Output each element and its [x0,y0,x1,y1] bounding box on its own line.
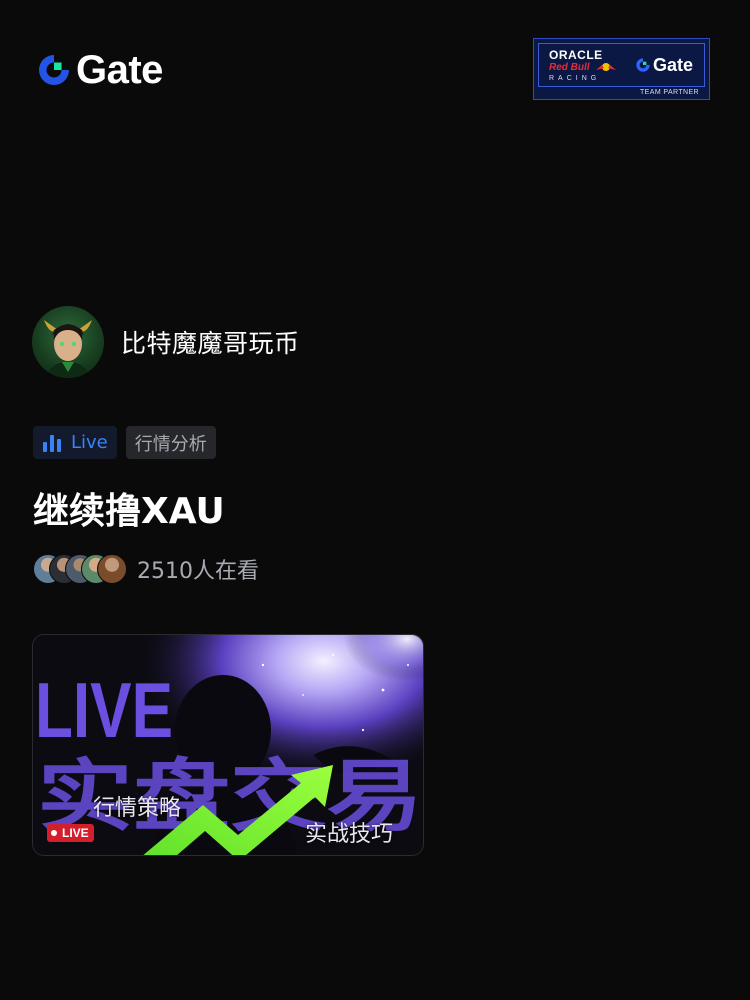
redbull-text: Red Bull [549,62,590,73]
racing-text: RACING [549,75,601,82]
stream-cover[interactable]: LIVE 实盘交易 行情策略 实战技巧 LIVE [32,634,424,856]
live-badge-label: LIVE [62,826,89,840]
gate-logo[interactable]: Gate [36,50,163,90]
cover-caption-left: 行情策略 [93,796,182,821]
bar-chart-icon [43,434,61,452]
team-partner-text: TEAM PARTNER [640,89,699,96]
redbull-icon [596,63,616,71]
cover-caption-right: 实战技巧 [305,822,394,847]
partner-gate-text: Gate [653,55,694,75]
partner-gate-logo: Gate [635,55,693,75]
oracle-text: ORACLE [549,48,603,62]
category-tag[interactable]: 行情分析 [125,426,216,459]
streamer-avatar[interactable] [32,306,104,378]
team-partner-badge: ORACLE Red Bull RACING Gate TEAM PARTNER [533,38,710,100]
category-tag-label: 行情分析 [134,433,207,455]
viewer-count: 2510人在看 [137,559,259,584]
partner-badge-frame: ORACLE Red Bull RACING Gate [538,43,705,87]
streamer-name: 比特魔魔哥玩币 [121,329,300,358]
streamer-info[interactable]: 比特魔魔哥玩币 [32,306,300,378]
gate-logo-icon [636,58,650,72]
viewer-avatar-stack [33,552,129,586]
live-tag: Live [33,426,117,459]
stream-title: 继续撸XAU [33,491,225,532]
avatar-illustration [44,320,92,378]
cover-headline-en: LIVE [35,666,173,754]
gate-logo-icon [39,55,69,85]
live-dot-icon [51,830,57,836]
viewer-avatar [97,554,127,584]
stream-tags: Live 行情分析 [33,426,216,459]
live-stream-share-page: Gate ORACLE Red Bull RACING Gate TEAM PA… [0,0,750,1000]
live-tag-label: Live [71,432,108,453]
live-badge: LIVE [47,824,94,842]
viewer-info: 2510人在看 [33,552,259,586]
logo-wordmark: Gate [76,48,163,92]
